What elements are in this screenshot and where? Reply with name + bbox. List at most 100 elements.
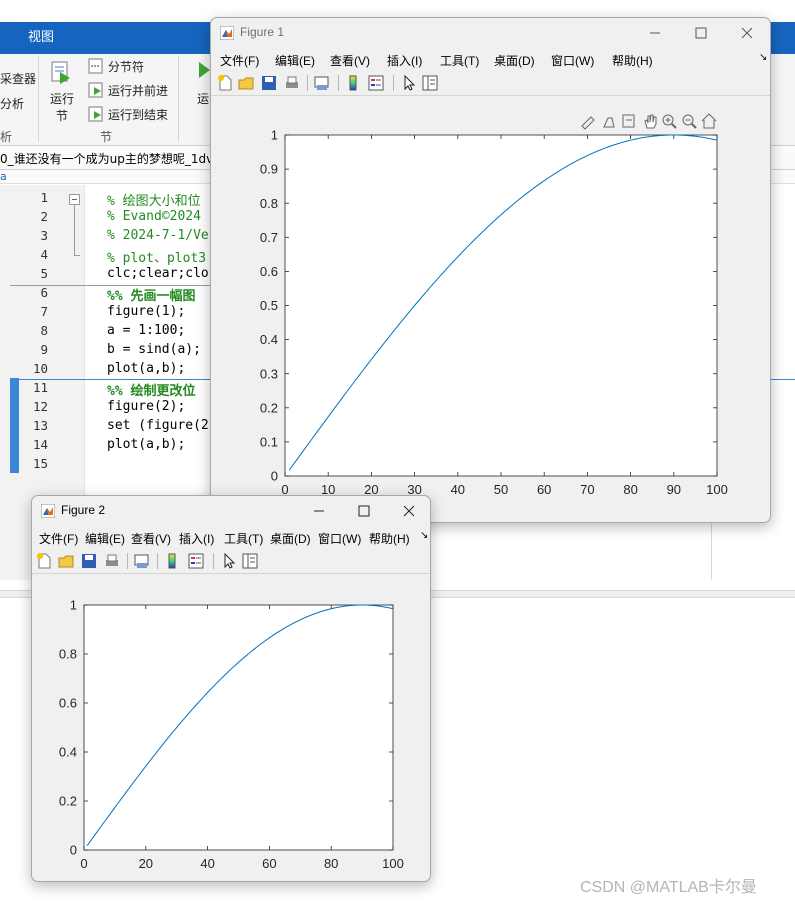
code-line[interactable]: a = 1:100; <box>107 323 185 338</box>
menu-help[interactable]: 帮助(H) <box>369 530 410 547</box>
x-tick-label: 100 <box>706 482 728 497</box>
data-tips-icon[interactable] <box>620 112 638 130</box>
figure-1-menubar: 文件(F) 编辑(E) 查看(V) 插入(I) 工具(T) 桌面(D) 窗口(W… <box>211 48 770 70</box>
zoom-in-icon[interactable] <box>660 112 678 130</box>
y-tick-label: 0.1 <box>260 434 278 449</box>
code-line[interactable]: %% 绘制更改位 <box>107 380 195 399</box>
menu-overflow-icon[interactable]: ↘ <box>420 530 428 541</box>
run-button-label[interactable]: 运 <box>197 90 209 107</box>
fold-toggle-icon[interactable] <box>69 194 80 205</box>
ribbon-group-label-section: 节 <box>100 130 113 144</box>
maximize-icon[interactable] <box>341 496 387 526</box>
toolbar-separator <box>213 553 214 569</box>
menu-insert[interactable]: 插入(I) <box>387 52 422 69</box>
home-icon[interactable] <box>700 112 718 130</box>
y-tick-label: 0 <box>70 843 77 858</box>
line-number: 1 <box>40 190 48 205</box>
pointer-icon[interactable] <box>220 552 238 570</box>
new-file-icon[interactable] <box>216 74 234 92</box>
property-inspector-icon[interactable] <box>421 74 439 92</box>
figure-2-axes[interactable]: 0 20 40 60 80 100 0 0.2 0.4 0.6 0.8 1 <box>32 574 431 882</box>
code-line[interactable]: figure(1); <box>107 304 185 319</box>
menu-window[interactable]: 窗口(W) <box>318 530 361 547</box>
ribbon-item-analyze[interactable]: 分析 <box>0 95 24 112</box>
menu-tools[interactable]: 工具(T) <box>440 52 479 69</box>
menu-file[interactable]: 文件(F) <box>39 530 78 547</box>
legend-icon[interactable] <box>367 74 385 92</box>
code-line[interactable]: clc;clear;clo <box>107 266 209 281</box>
line-number: 6 <box>40 285 48 300</box>
close-icon[interactable] <box>724 18 770 48</box>
section-break-icon <box>88 58 103 74</box>
minimize-icon[interactable] <box>296 496 342 526</box>
menu-window[interactable]: 窗口(W) <box>551 52 594 69</box>
export-icon[interactable] <box>579 112 597 130</box>
code-line[interactable]: set (figure(2 <box>107 418 209 433</box>
print-icon[interactable] <box>283 74 301 92</box>
file-tab[interactable]: 0_谁还没有一个成为up主的梦想呢_1dv <box>0 150 213 167</box>
code-line[interactable]: plot(a,b); <box>107 361 185 376</box>
pointer-icon[interactable] <box>400 74 418 92</box>
code-line[interactable]: figure(2); <box>107 399 185 414</box>
print-preview-icon[interactable] <box>313 74 331 92</box>
save-icon[interactable] <box>260 74 278 92</box>
code-line[interactable]: % Evand©2024 <box>107 209 201 224</box>
save-icon[interactable] <box>80 552 98 570</box>
menu-edit[interactable]: 编辑(E) <box>275 52 315 69</box>
print-preview-icon[interactable] <box>133 552 151 570</box>
menu-desktop[interactable]: 桌面(D) <box>270 530 311 547</box>
legend-icon[interactable] <box>187 552 205 570</box>
code-line[interactable]: % plot、plot3 <box>107 247 206 266</box>
menu-view[interactable]: 查看(V) <box>131 530 171 547</box>
menu-insert[interactable]: 插入(I) <box>179 530 214 547</box>
x-tick-label: 40 <box>451 482 465 497</box>
figure-2-titlebar[interactable]: Figure 2 <box>32 496 430 526</box>
property-inspector-icon[interactable] <box>241 552 259 570</box>
figure-1-axes[interactable]: 0 10 20 30 40 50 60 70 80 90 10000.10.20.30.40.50.… <box>211 96 771 523</box>
code-line[interactable]: %% 先画一幅图 <box>107 285 195 304</box>
code-line[interactable]: b = sind(a); <box>107 342 201 357</box>
y-tick-label: 1 <box>271 128 278 143</box>
code-line[interactable]: plot(a,b); <box>107 437 185 452</box>
figure-1-titlebar[interactable]: Figure 1 <box>211 18 770 48</box>
minimize-icon[interactable] <box>632 18 678 48</box>
run-section-label-2[interactable]: 节 <box>56 107 68 124</box>
section-break-button[interactable]: 分节符 <box>108 58 144 75</box>
code-line[interactable]: % 2024-7-1/Ve <box>107 228 209 243</box>
close-icon[interactable] <box>386 496 431 526</box>
run-section-label-1[interactable]: 运行 <box>50 90 74 107</box>
run-icon[interactable] <box>197 60 211 82</box>
run-and-advance-button[interactable]: 运行并前进 <box>108 82 168 99</box>
pan-icon[interactable] <box>641 112 659 130</box>
menu-edit[interactable]: 编辑(E) <box>85 530 125 547</box>
figure-2-window[interactable]: Figure 2 文件(F) 编辑(E) 查看(V) 插入(I) 工具(T) 桌… <box>31 495 431 882</box>
y-tick-label: 0.6 <box>59 696 77 711</box>
menu-overflow-icon[interactable]: ↘ <box>759 52 767 63</box>
print-icon[interactable] <box>103 552 121 570</box>
colorbar-icon[interactable] <box>163 552 181 570</box>
line-number: 11 <box>32 380 48 395</box>
figure-1-window[interactable]: Figure 1 文件(F) 编辑(E) 查看(V) 插入(I) 工具(T) 桌… <box>210 17 771 523</box>
open-folder-icon[interactable] <box>237 74 255 92</box>
run-to-end-button[interactable]: 运行到结束 <box>108 106 168 123</box>
colorbar-icon[interactable] <box>344 74 362 92</box>
zoom-out-icon[interactable] <box>680 112 698 130</box>
x-tick-label: 70 <box>580 482 594 497</box>
open-folder-icon[interactable] <box>57 552 75 570</box>
menu-desktop[interactable]: 桌面(D) <box>494 52 535 69</box>
figure-1-title: Figure 1 <box>240 25 285 39</box>
fold-guide-end <box>74 255 80 256</box>
y-tick-label: 1 <box>70 598 77 613</box>
menu-help[interactable]: 帮助(H) <box>612 52 653 69</box>
code-line[interactable]: % 绘图大小和位 <box>107 190 201 209</box>
menu-tools[interactable]: 工具(T) <box>224 530 263 547</box>
new-file-icon[interactable] <box>35 552 53 570</box>
menu-view[interactable]: 查看(V) <box>330 52 370 69</box>
maximize-icon[interactable] <box>678 18 724 48</box>
plot-area <box>83 604 394 851</box>
menu-file[interactable]: 文件(F) <box>220 52 259 69</box>
ribbon-item-inspector[interactable]: 采查器 <box>0 70 36 87</box>
brush-icon[interactable] <box>599 112 617 130</box>
ribbon-tab-view[interactable]: 视图 <box>18 22 64 54</box>
run-and-advance-icon <box>88 82 103 98</box>
